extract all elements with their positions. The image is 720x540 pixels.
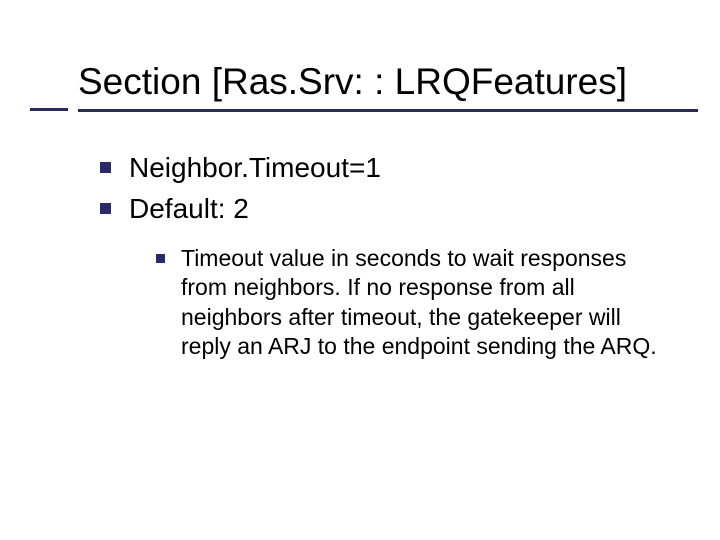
list-item-text: Timeout value in seconds to wait respons… xyxy=(181,244,661,362)
title-underline-accent xyxy=(30,108,68,111)
list-item: Default: 2 xyxy=(100,191,680,226)
square-bullet-icon xyxy=(156,254,165,263)
list-item: Neighbor.Timeout=1 xyxy=(100,150,680,185)
title-underline xyxy=(78,109,698,112)
sub-list: Timeout value in seconds to wait respons… xyxy=(156,244,680,362)
list-item: Timeout value in seconds to wait respons… xyxy=(156,244,680,362)
body: Neighbor.Timeout=1 Default: 2 Timeout va… xyxy=(100,150,680,362)
list-item-text: Neighbor.Timeout=1 xyxy=(129,150,381,185)
slide-title: Section [Ras.Srv: : LRQFeatures] xyxy=(78,62,690,103)
square-bullet-icon xyxy=(100,162,111,173)
square-bullet-icon xyxy=(100,203,111,214)
list-item-text: Default: 2 xyxy=(129,191,249,226)
title-block: Section [Ras.Srv: : LRQFeatures] xyxy=(78,62,690,112)
slide: Section [Ras.Srv: : LRQFeatures] Neighbo… xyxy=(0,0,720,540)
